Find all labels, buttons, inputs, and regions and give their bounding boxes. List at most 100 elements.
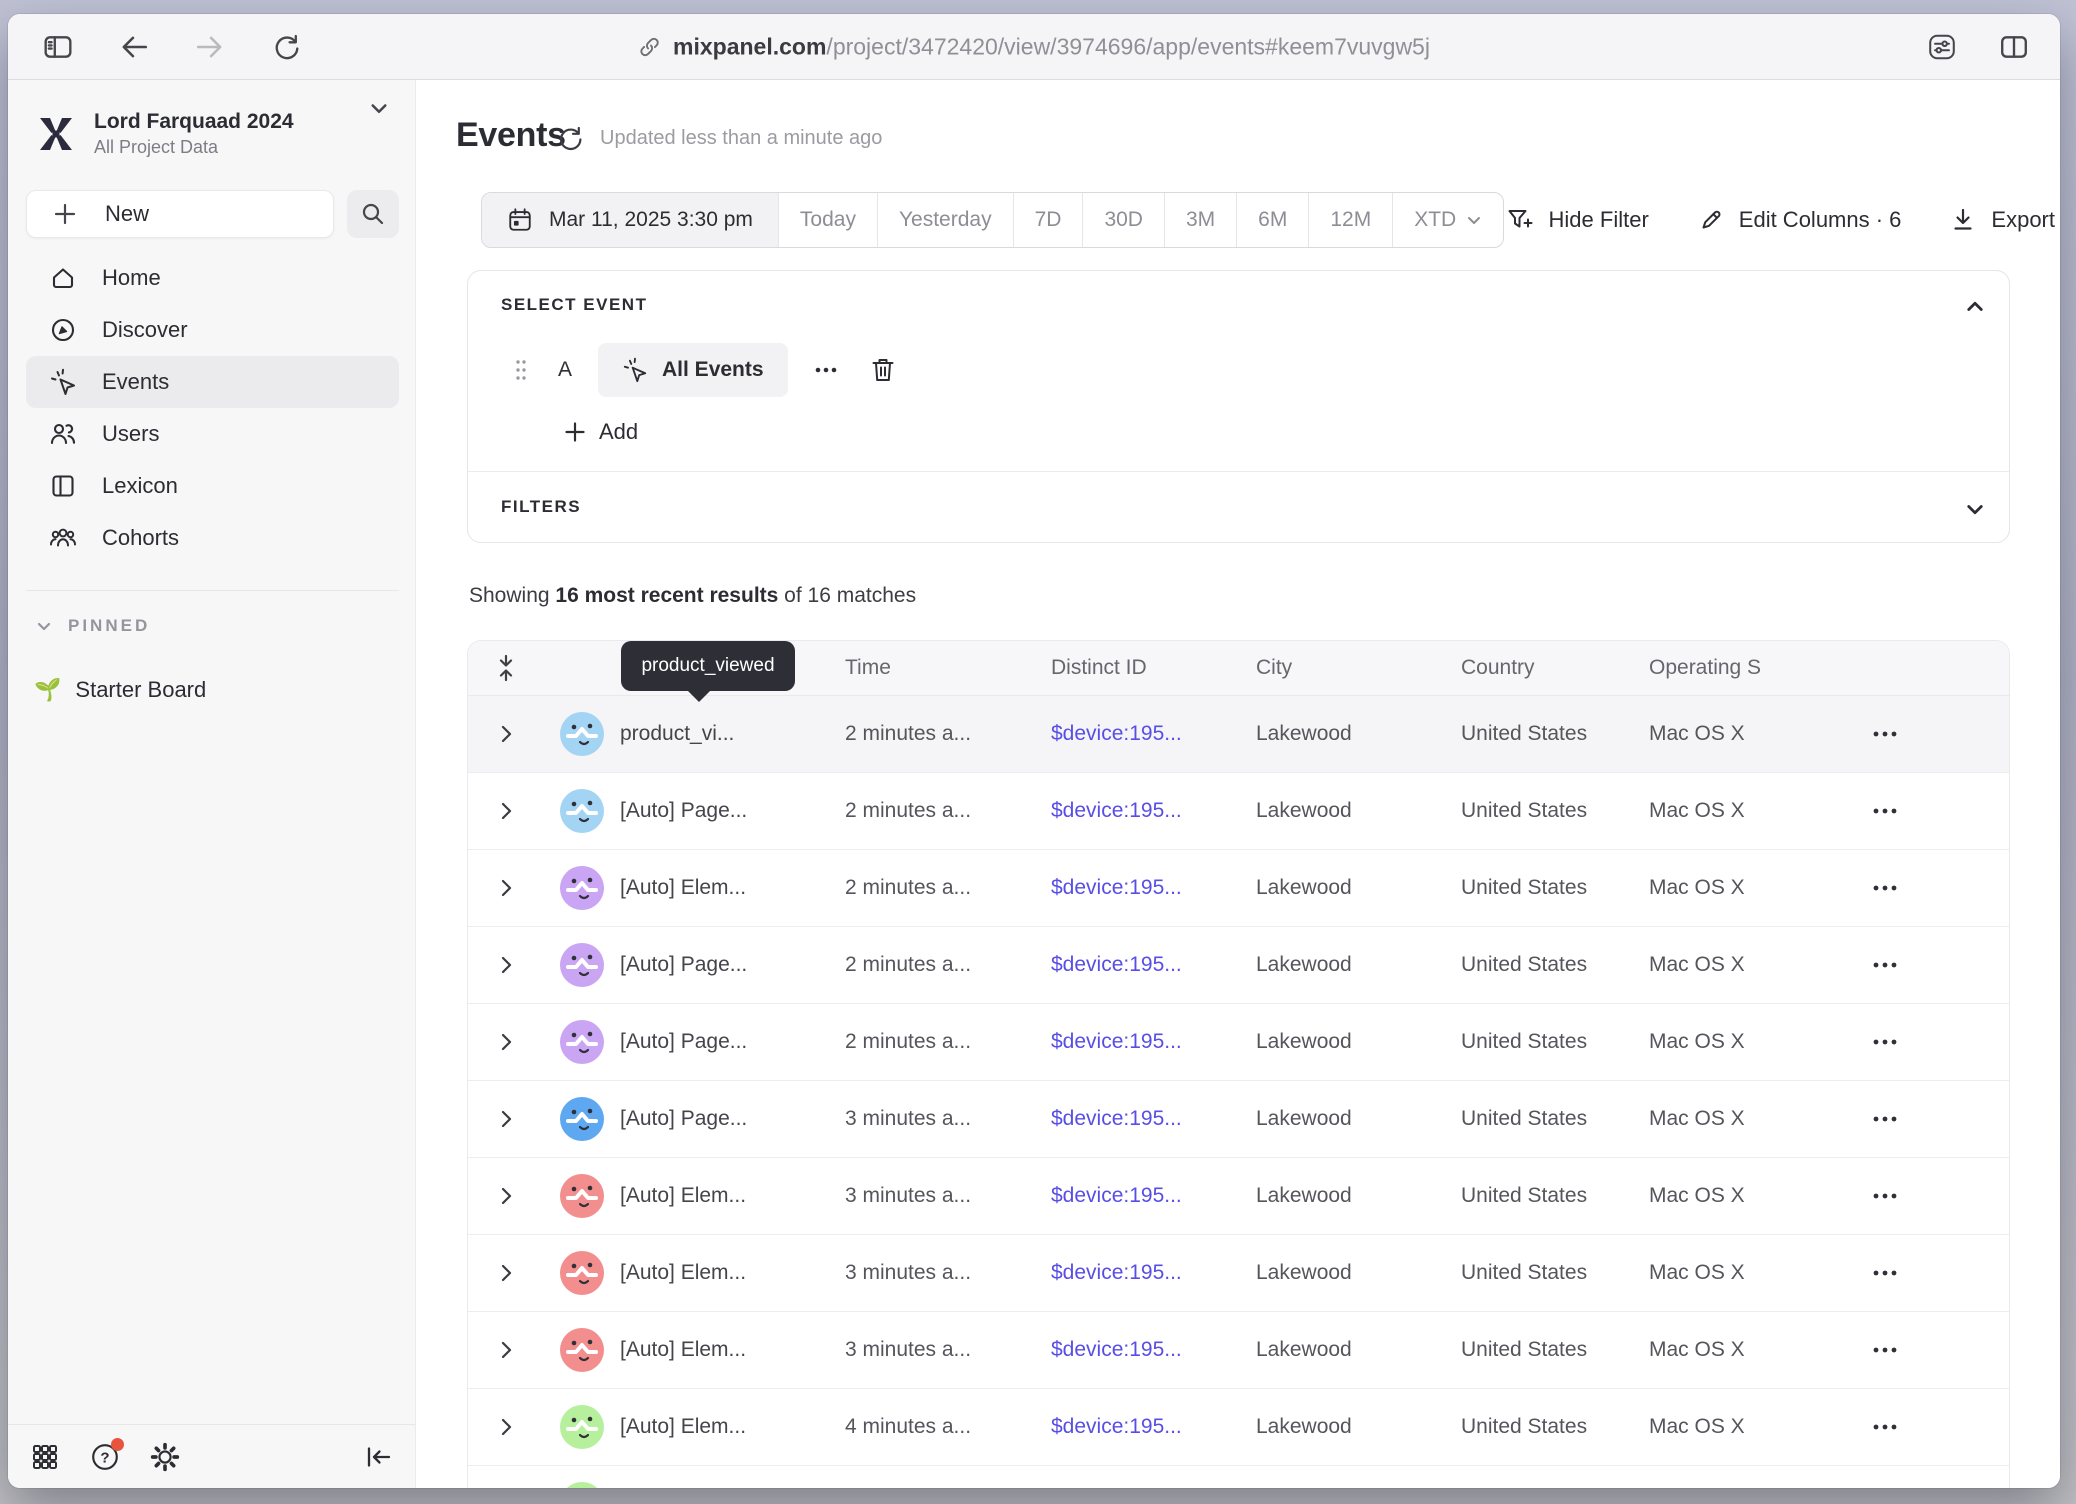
range-label: Yesterday bbox=[899, 208, 992, 232]
help-icon[interactable]: ? bbox=[90, 1442, 120, 1472]
range-segment-12m[interactable]: 12M bbox=[1308, 193, 1392, 247]
range-segment-7d[interactable]: 7D bbox=[1013, 193, 1083, 247]
table-row[interactable]: [Auto] Elem...3 minutes a...$device:195.… bbox=[468, 1235, 2009, 1312]
expand-row-icon[interactable] bbox=[500, 1417, 513, 1437]
expand-row-icon[interactable] bbox=[500, 1340, 513, 1360]
cell-distinct-id[interactable]: $device:195... bbox=[1051, 953, 1256, 977]
more-options-icon[interactable] bbox=[814, 366, 838, 374]
cell-distinct-id[interactable]: $device:195... bbox=[1051, 1261, 1256, 1285]
table-row[interactable]: [Auto] Page...3 minutes a...$device:195.… bbox=[468, 1081, 2009, 1158]
forward-icon[interactable] bbox=[194, 31, 226, 63]
row-menu-icon[interactable] bbox=[1872, 884, 1898, 892]
range-segment-3m[interactable]: 3M bbox=[1164, 193, 1236, 247]
filters-title: FILTERS bbox=[501, 497, 581, 517]
refresh-icon[interactable] bbox=[556, 124, 584, 152]
pinned-section-header[interactable]: PINNED bbox=[36, 616, 150, 636]
sidebar-nav: Home Discover bbox=[26, 252, 399, 564]
download-icon bbox=[1949, 206, 1977, 234]
cell-distinct-id[interactable]: $device:195... bbox=[1051, 876, 1256, 900]
row-menu-icon[interactable] bbox=[1872, 1192, 1898, 1200]
row-menu-icon[interactable] bbox=[1872, 961, 1898, 969]
table-row[interactable]: [Auto] Page...2 minutes a...$device:195.… bbox=[468, 773, 2009, 850]
expand-row-icon[interactable] bbox=[500, 955, 513, 975]
expand-row-icon[interactable] bbox=[500, 1032, 513, 1052]
sidebar-item-home[interactable]: Home bbox=[26, 252, 399, 304]
trash-icon[interactable] bbox=[870, 356, 896, 384]
sidebar-item-starter-board[interactable]: 🌱 Starter Board bbox=[34, 666, 206, 714]
cell-distinct-id[interactable]: $device:195... bbox=[1051, 1030, 1256, 1054]
row-menu-icon[interactable] bbox=[1872, 1346, 1898, 1354]
add-event-button[interactable]: Add bbox=[564, 419, 638, 445]
column-header-os[interactable]: Operating S bbox=[1649, 656, 1854, 680]
expand-row-icon[interactable] bbox=[500, 801, 513, 821]
table-row[interactable]: [Auto] Elem...3 minutes a...$device:195.… bbox=[468, 1158, 2009, 1235]
apps-grid-icon[interactable] bbox=[30, 1442, 60, 1472]
drag-handle-icon[interactable] bbox=[514, 358, 528, 382]
back-icon[interactable] bbox=[118, 31, 150, 63]
sidebar-item-lexicon[interactable]: Lexicon bbox=[26, 460, 399, 512]
sidebar-item-cohorts[interactable]: Cohorts bbox=[26, 512, 399, 564]
cell-city: Lakewood bbox=[1256, 1415, 1461, 1439]
row-menu-icon[interactable] bbox=[1872, 807, 1898, 815]
project-switcher[interactable]: Lord Farquaad 2024 All Project Data bbox=[38, 110, 395, 158]
row-menu-icon[interactable] bbox=[1872, 1269, 1898, 1277]
table-row[interactable]: [Auto] Elem...3 minutes a...$device:195.… bbox=[468, 1312, 2009, 1389]
table-row[interactable] bbox=[468, 1466, 2009, 1488]
expand-row-icon[interactable] bbox=[500, 724, 513, 744]
range-segment-today[interactable]: Today bbox=[778, 193, 877, 247]
search-button[interactable] bbox=[347, 190, 399, 238]
cell-distinct-id[interactable]: $device:195... bbox=[1051, 722, 1256, 746]
range-label: XTD bbox=[1414, 208, 1456, 232]
page-settings-icon[interactable] bbox=[1926, 31, 1958, 63]
table-row[interactable]: [Auto] Page...2 minutes a...$device:195.… bbox=[468, 927, 2009, 1004]
row-menu-icon[interactable] bbox=[1872, 1423, 1898, 1431]
column-header-city[interactable]: City bbox=[1256, 656, 1461, 680]
new-button[interactable]: New bbox=[26, 190, 334, 238]
cell-distinct-id[interactable]: $device:195... bbox=[1051, 1338, 1256, 1362]
column-header-time[interactable]: Time bbox=[845, 656, 1051, 680]
cell-event: product_vi... bbox=[620, 722, 845, 746]
cell-distinct-id[interactable]: $device:195... bbox=[1051, 1415, 1256, 1439]
cell-country: United States bbox=[1461, 876, 1649, 900]
sidebar-item-events[interactable]: Events bbox=[26, 356, 399, 408]
table-row[interactable]: product_vi...2 minutes a...$device:195..… bbox=[468, 696, 2009, 773]
column-header-country[interactable]: Country bbox=[1461, 656, 1649, 680]
collapse-sidebar-icon[interactable] bbox=[363, 1442, 393, 1472]
sidebar-toggle-icon[interactable] bbox=[42, 31, 74, 63]
cell-distinct-id[interactable]: $device:195... bbox=[1051, 1184, 1256, 1208]
row-menu-icon[interactable] bbox=[1872, 730, 1898, 738]
range-segment-xtd[interactable]: XTD bbox=[1392, 193, 1503, 247]
range-label: 6M bbox=[1258, 208, 1287, 232]
table-row[interactable]: [Auto] Elem...2 minutes a...$device:195.… bbox=[468, 850, 2009, 927]
range-label: 12M bbox=[1330, 208, 1371, 232]
row-menu-icon[interactable] bbox=[1872, 1038, 1898, 1046]
sidebar-item-discover[interactable]: Discover bbox=[26, 304, 399, 356]
cell-distinct-id[interactable]: $device:195... bbox=[1051, 799, 1256, 823]
split-view-icon[interactable] bbox=[1998, 31, 2030, 63]
sidebar-item-users[interactable]: Users bbox=[26, 408, 399, 460]
cell-distinct-id[interactable]: $device:195... bbox=[1051, 1107, 1256, 1131]
table-row[interactable]: [Auto] Page...2 minutes a...$device:195.… bbox=[468, 1004, 2009, 1081]
gear-icon[interactable] bbox=[150, 1442, 180, 1472]
range-segment-30d[interactable]: 30D bbox=[1082, 193, 1164, 247]
hide-filter-button[interactable]: Hide Filter bbox=[1505, 206, 1649, 234]
expand-filters-icon[interactable] bbox=[1965, 499, 1985, 519]
export-button[interactable]: Export bbox=[1949, 206, 2055, 234]
collapse-all-rows-icon[interactable] bbox=[468, 654, 544, 682]
expand-row-icon[interactable] bbox=[500, 1186, 513, 1206]
date-picker[interactable]: Mar 11, 2025 3:30 pm bbox=[482, 193, 778, 247]
expand-row-icon[interactable] bbox=[500, 878, 513, 898]
expand-row-icon[interactable] bbox=[500, 1109, 513, 1129]
edit-columns-button[interactable]: Edit Columns · 6 bbox=[1697, 206, 1902, 234]
project-chevron-down-icon[interactable] bbox=[369, 98, 389, 118]
collapse-select-event-icon[interactable] bbox=[1965, 297, 1985, 317]
reload-icon[interactable] bbox=[270, 31, 302, 63]
expand-row-icon[interactable] bbox=[500, 1263, 513, 1283]
column-header-distinct-id[interactable]: Distinct ID bbox=[1051, 656, 1256, 680]
range-segment-6m[interactable]: 6M bbox=[1236, 193, 1308, 247]
range-segment-yesterday[interactable]: Yesterday bbox=[877, 193, 1013, 247]
url-bar[interactable]: mixpanel.com/project/3472420/view/397469… bbox=[638, 33, 1430, 60]
table-row[interactable]: [Auto] Elem...4 minutes a...$device:195.… bbox=[468, 1389, 2009, 1466]
row-menu-icon[interactable] bbox=[1872, 1115, 1898, 1123]
all-events-chip[interactable]: All Events bbox=[598, 343, 788, 397]
